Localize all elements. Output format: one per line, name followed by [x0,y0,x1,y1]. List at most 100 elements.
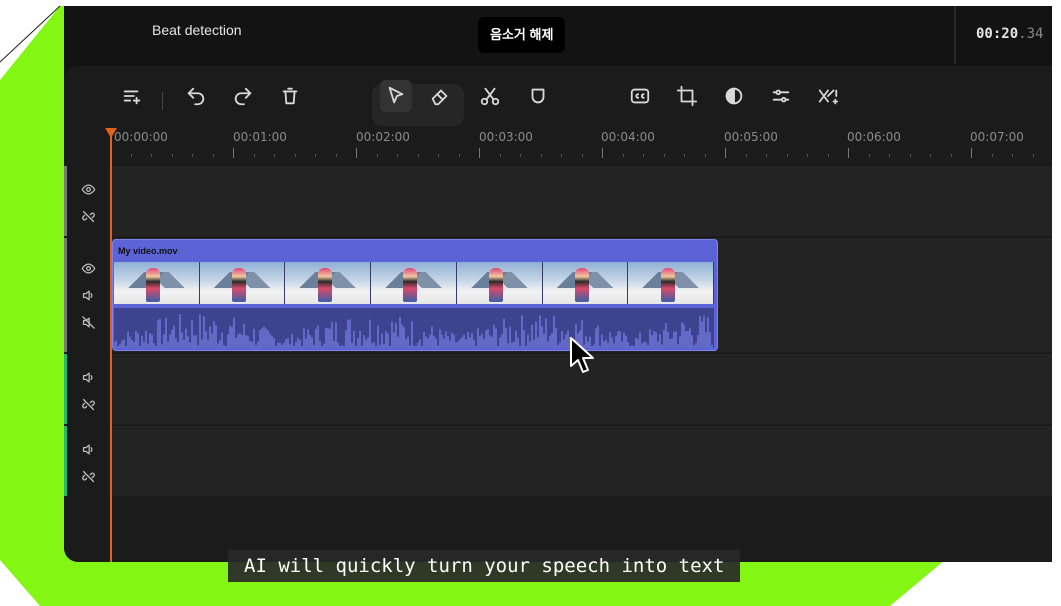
ruler-label-0: 00:00:00 [114,130,168,144]
delete-icon[interactable] [274,80,306,112]
audio-track-2[interactable] [64,426,1054,496]
link-off-icon[interactable] [80,208,96,224]
editor-window: Beat detection 음소거 해제 00:20.34 00:00:00 … [64,6,1054,562]
ruler-major-tick [971,148,972,158]
timecode-fraction: .34 [1018,26,1044,42]
track-lane[interactable] [110,426,1054,496]
ruler-minor-tick [438,154,439,157]
captions-icon[interactable] [624,80,656,112]
ruler-major-tick [233,148,234,158]
ruler-label-3: 00:03:00 [479,130,533,144]
ruler-minor-tick [171,154,173,157]
mouse-cursor-icon [570,337,594,373]
link-off-icon[interactable] [80,396,96,412]
ruler-label-2: 00:02:00 [356,130,410,144]
ruler-major-tick [848,148,849,158]
ruler-label-4: 00:04:00 [601,130,655,144]
color-icon[interactable] [718,80,750,112]
volume-icon[interactable] [80,287,96,303]
ruler-minor-tick [622,154,624,157]
right-edge [1052,0,1061,606]
audio-track-1[interactable] [64,354,1054,424]
video-track-1[interactable] [64,166,1054,236]
clip-name: My video.mov [118,246,178,256]
ruler-minor-tick [212,154,214,157]
waveform-path [113,314,713,348]
playhead[interactable] [110,130,112,562]
screen: Beat detection 음소거 해제 00:20.34 00:00:00 … [0,0,1061,606]
ruler-minor-tick [1012,154,1013,157]
top-bar: Beat detection 음소거 해제 00:20.34 [64,6,1054,64]
eraser-icon[interactable] [424,80,456,112]
thumbnail-frame [199,262,286,304]
decorative-line [0,5,61,63]
ruler-major-tick [356,148,357,158]
mute-icon[interactable] [80,314,96,330]
beat-detection-label[interactable]: Beat detection [152,22,242,38]
eye-icon[interactable] [80,181,96,197]
select-pointer-icon[interactable] [380,80,412,112]
thumbnail-frame [285,262,372,304]
volume-icon[interactable] [80,369,96,385]
ruler-minor-tick [745,154,747,157]
subtitle-caption: AI will quickly turn your speech into te… [228,550,741,582]
track-lane[interactable] [110,166,1054,236]
track-header [64,238,108,352]
topbar-divider [954,6,956,64]
clip-audio-waveform [113,308,714,348]
ruler-minor-tick [766,154,767,157]
ruler-minor-tick [684,154,685,157]
adjust-icon[interactable] [765,80,797,112]
ruler-minor-tick [397,154,398,157]
ruler-minor-tick [499,154,501,157]
ruler-minor-tick [950,154,952,157]
ruler-minor-tick [786,154,788,157]
playhead-handle[interactable] [105,128,117,138]
eye-icon[interactable] [80,260,96,276]
ruler-minor-tick [376,154,378,157]
ruler-label-5: 00:05:00 [724,130,778,144]
ruler-minor-tick [663,154,665,157]
add-track-icon[interactable] [116,80,148,112]
link-off-icon[interactable] [80,468,96,484]
track-accent [64,238,67,352]
ruler-label-7: 00:07:00 [970,130,1024,144]
ruler-minor-tick [192,154,193,157]
crop-icon[interactable] [671,80,703,112]
volume-icon[interactable] [80,441,96,457]
redo-icon[interactable] [227,80,259,112]
ruler-minor-tick [807,154,808,157]
ruler-minor-tick [540,154,542,157]
ruler-minor-tick [930,154,931,157]
ruler-minor-tick [581,154,583,157]
ruler-major-tick [602,148,603,158]
ruler-minor-tick [151,154,152,157]
ruler-major-tick [479,148,480,158]
track-accent [64,166,67,236]
thumbnail-frame [628,262,715,304]
ruler-minor-tick [335,154,337,157]
undo-icon[interactable] [180,80,212,112]
toolbar-separator [162,92,163,110]
ruler-minor-tick [1032,154,1034,157]
ruler-minor-tick [889,154,890,157]
shield-icon[interactable] [522,80,554,112]
transition-icon[interactable] [812,80,844,112]
ruler-minor-tick [561,154,562,157]
ruler-minor-tick [253,154,255,157]
ruler-minor-tick [909,154,911,157]
video-clip[interactable]: My video.mov [112,239,718,351]
ruler-minor-tick [417,154,419,157]
scissors-icon[interactable] [474,80,506,112]
ruler-minor-tick [274,154,275,157]
ruler-minor-tick [520,154,521,157]
ruler-minor-tick [458,154,460,157]
ruler-label-6: 00:06:00 [847,130,901,144]
thumbnail-frame [114,262,200,304]
track-accent [64,354,67,424]
ruler-minor-tick [294,154,296,157]
thumbnail-frame [371,262,457,304]
timeline-toolbar [64,76,1054,126]
timecode-main: 00:20 [976,26,1019,42]
time-ruler[interactable]: 00:00:00 00:01:00 00:02:00 00:03:00 00:0… [64,128,1054,164]
